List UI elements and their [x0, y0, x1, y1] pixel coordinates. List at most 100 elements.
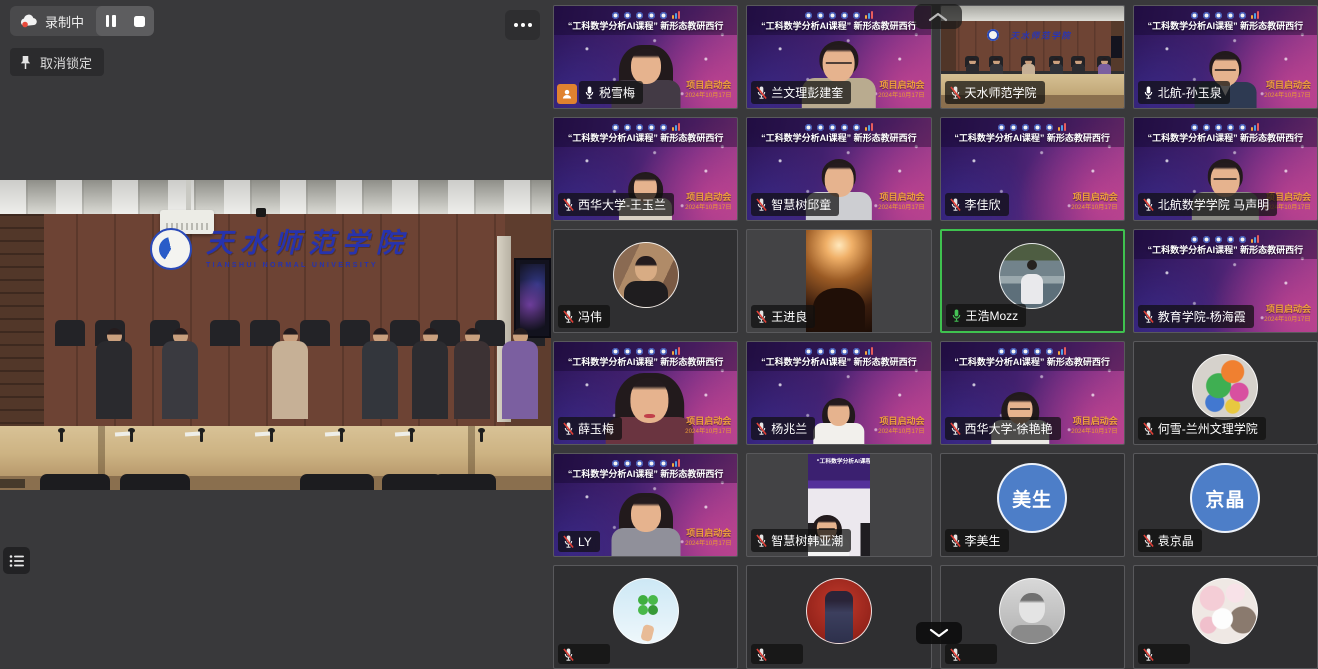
participant-name: 薛玉梅	[578, 420, 614, 437]
video-tile[interactable]: 美生 李美生	[940, 453, 1125, 557]
mic-muted-icon	[756, 421, 767, 436]
event-banner: “工科数学分析AI课程” 新形态教研西行	[554, 342, 737, 371]
video-tile[interactable]: “工科数学分析AI课程” 新形态教研西行 智慧树韩亚潮	[746, 453, 931, 557]
university-logos	[554, 345, 737, 355]
video-tile[interactable]: 何雪-兰州文理学院	[1133, 341, 1318, 445]
bar-chart-logo-icon	[1058, 123, 1066, 131]
participant-name: 西华大学-王玉兰	[578, 196, 666, 213]
video-tile[interactable]: “工科数学分析AI课程” 新形态教研西行 项目启动会 2024年10月17日 杨…	[746, 341, 931, 445]
participant-name-label	[1138, 644, 1190, 664]
event-date: 2024年10月17日	[878, 427, 924, 436]
event-date: 2024年10月17日	[1071, 427, 1117, 436]
seated-person	[158, 328, 202, 419]
mic-muted-icon	[756, 197, 767, 212]
participant-name-label: 何雪-兰州文理学院	[1138, 417, 1266, 440]
avatar	[613, 578, 679, 644]
video-tile[interactable]: “工科数学分析AI课程” 新形态教研西行 项目启动会 2024年10月17日 兰…	[746, 5, 931, 109]
participant-name-label: 杨兆兰	[751, 417, 815, 440]
university-logo-icon	[1191, 124, 1198, 131]
main-video[interactable]: 天水师范学院 TIANSHUI NORMAL UNIVERSITY	[0, 180, 551, 490]
video-tile[interactable]: “工科数学分析AI课程” 新形态教研西行 项目启动会 2024年10月17日 税…	[553, 5, 738, 109]
more-options-button[interactable]	[505, 10, 540, 40]
event-name: 项目启动会	[672, 414, 732, 427]
banner-title: “工科数学分析AI课程” 新形态教研西行	[747, 131, 930, 145]
event-banner: “工科数学分析AI课程” 新形态教研西行	[747, 118, 930, 147]
event-date: 2024年10月17日	[878, 91, 924, 100]
participant-name: 教育学院-杨海霞	[1158, 308, 1246, 325]
video-tile[interactable]: “工科数学分析AI课程” 新形态教研西行 项目启动会 2024年10月17日 西…	[553, 117, 738, 221]
participant-name-label: 智慧树韩亚潮	[751, 529, 851, 552]
participant-name-label: 李佳欣	[945, 193, 1009, 216]
seated-person	[268, 328, 312, 419]
video-tile[interactable]: “工科数学分析AI课程” 新形态教研西行 项目启动会 2024年10月17日 教…	[1133, 229, 1318, 333]
room-wall-left	[0, 214, 44, 430]
university-logo-icon	[805, 12, 812, 19]
participant-name-label: 西华大学-徐艳艳	[945, 417, 1061, 440]
video-tile[interactable]	[746, 565, 931, 669]
avatar: 京晶	[1190, 463, 1260, 533]
university-logo-icon	[612, 124, 619, 131]
video-tile[interactable]: 京晶 袁京晶	[1133, 453, 1318, 557]
video-tile[interactable]: 王进良	[746, 229, 931, 333]
video-tile[interactable]: “工科数学分析AI课程” 新形态教研西行 项目启动会 2024年10月17日 西…	[940, 341, 1125, 445]
stop-recording-button[interactable]	[125, 6, 154, 36]
room-tv-screen	[514, 258, 551, 338]
video-tile[interactable]: “工科数学分析AI课程” 新形态教研西行 项目启动会 2024年10月17日 薛…	[553, 341, 738, 445]
video-tile[interactable]	[1133, 565, 1318, 669]
university-logo-icon	[612, 348, 619, 355]
mic-muted-icon	[1143, 647, 1154, 662]
video-tile[interactable]: “工科数学分析AI课程” 新形态教研西行 项目启动会 2024年10月17日 智…	[746, 117, 931, 221]
avatar: 美生	[997, 463, 1067, 533]
university-logos	[1134, 9, 1317, 19]
banner-title: “工科数学分析AI课程” 新形态教研西行	[1134, 131, 1317, 145]
event-date: 2024年10月17日	[685, 91, 731, 100]
video-tile[interactable]: 天水师范学院 天水师范学院	[940, 5, 1125, 109]
video-tile[interactable]: “工科数学分析AI课程” 新形态教研西行 项目启动会 2024年10月17日 北…	[1133, 117, 1318, 221]
conference-table	[0, 426, 551, 476]
projector-pole	[186, 180, 191, 212]
video-tile[interactable]	[940, 565, 1125, 669]
event-label: 项目启动会 2024年10月17日	[672, 190, 732, 214]
view-mode-button[interactable]	[3, 547, 30, 574]
university-logo-icon	[612, 460, 619, 467]
grid-page-up-button[interactable]	[914, 4, 962, 29]
participant-name: 何雪-兰州文理学院	[1158, 420, 1258, 437]
mic-muted-icon	[563, 647, 574, 662]
video-tile[interactable]: “工科数学分析AI课程” 新形态教研西行 项目启动会 2024年10月17日 北…	[1133, 5, 1318, 109]
grid-page-down-button[interactable]	[916, 622, 962, 644]
video-tile[interactable]: 王浩Mozz	[940, 229, 1125, 333]
participant-name-label: 李美生	[945, 529, 1009, 552]
avatar	[999, 243, 1065, 309]
university-name-en: TIANSHUI NORMAL UNIVERSITY	[206, 262, 410, 269]
participant-name-label: 薛玉梅	[558, 417, 622, 440]
banner-title: “工科数学分析AI课程” 新形态教研西行	[554, 355, 737, 369]
bar-chart-logo-icon	[672, 347, 680, 355]
chevron-up-icon	[928, 12, 948, 22]
mic-muted-icon	[950, 85, 961, 100]
mic-muted-icon	[950, 197, 961, 212]
video-tile[interactable]	[553, 565, 738, 669]
participant-name-label: 王进良	[751, 305, 815, 328]
event-label: 项目启动会 2024年10月17日	[1058, 190, 1118, 214]
unpin-button[interactable]: 取消锁定	[10, 48, 104, 76]
participant-name-label: 王浩Mozz	[946, 304, 1027, 327]
cloud-recording-icon	[20, 14, 38, 28]
video-tile[interactable]: 冯伟	[553, 229, 738, 333]
pause-recording-button[interactable]	[96, 6, 125, 36]
participant-name-label: 税雪梅	[579, 81, 643, 104]
university-logos	[1134, 121, 1317, 131]
avatar-initials: 美生	[1012, 485, 1052, 512]
recording-buttons	[96, 6, 154, 36]
event-name: 项目启动会	[672, 526, 732, 539]
event-banner: “工科数学分析AI课程” 新形态教研西行	[554, 118, 737, 147]
event-name: 项目启动会	[865, 78, 925, 91]
bar-chart-logo-icon	[1251, 235, 1259, 243]
event-date: 2024年10月17日	[1265, 91, 1311, 100]
mic-muted-icon	[563, 197, 574, 212]
university-logo-icon	[1191, 12, 1198, 19]
seated-person	[450, 328, 494, 419]
video-tile[interactable]: “工科数学分析AI课程” 新形态教研西行 项目启动会 2024年10月17日 李…	[940, 117, 1125, 221]
room-ceiling	[0, 180, 551, 214]
participant-name: 智慧树邱童	[771, 196, 831, 213]
video-tile[interactable]: “工科数学分析AI课程” 新形态教研西行 项目启动会 2024年10月17日 L…	[553, 453, 738, 557]
